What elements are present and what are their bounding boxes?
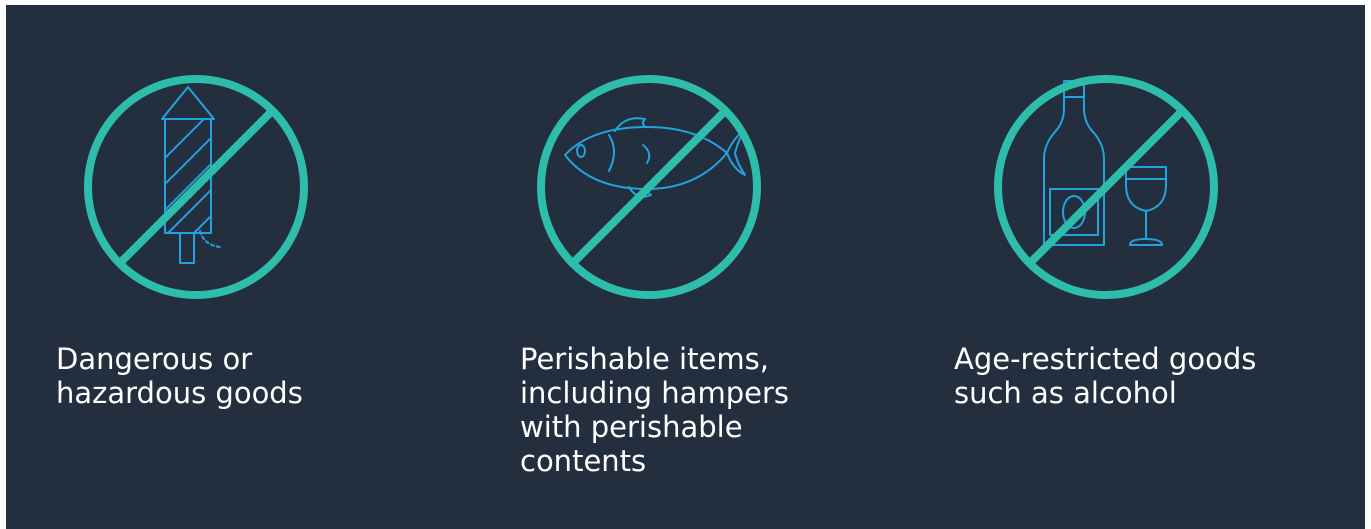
item-label: Perishable items, including hampers with… (520, 342, 789, 478)
restricted-item-perishable: Perishable items, including hampers with… (461, 5, 901, 529)
no-perishables-icon (537, 75, 761, 299)
no-alcohol-icon (994, 75, 1218, 299)
no-fireworks-icon (84, 75, 308, 299)
restricted-item-dangerous-goods: Dangerous or hazardous goods (6, 5, 446, 529)
item-label: Dangerous or hazardous goods (56, 342, 303, 410)
item-label: Age-restricted goods such as alcohol (954, 342, 1257, 410)
wine-bottle-glass-icon (1043, 80, 1167, 246)
restricted-items-panel: Dangerous or hazardous goods Perishable … (6, 5, 1365, 529)
restricted-item-age-restricted: Age-restricted goods such as alcohol (916, 5, 1356, 529)
